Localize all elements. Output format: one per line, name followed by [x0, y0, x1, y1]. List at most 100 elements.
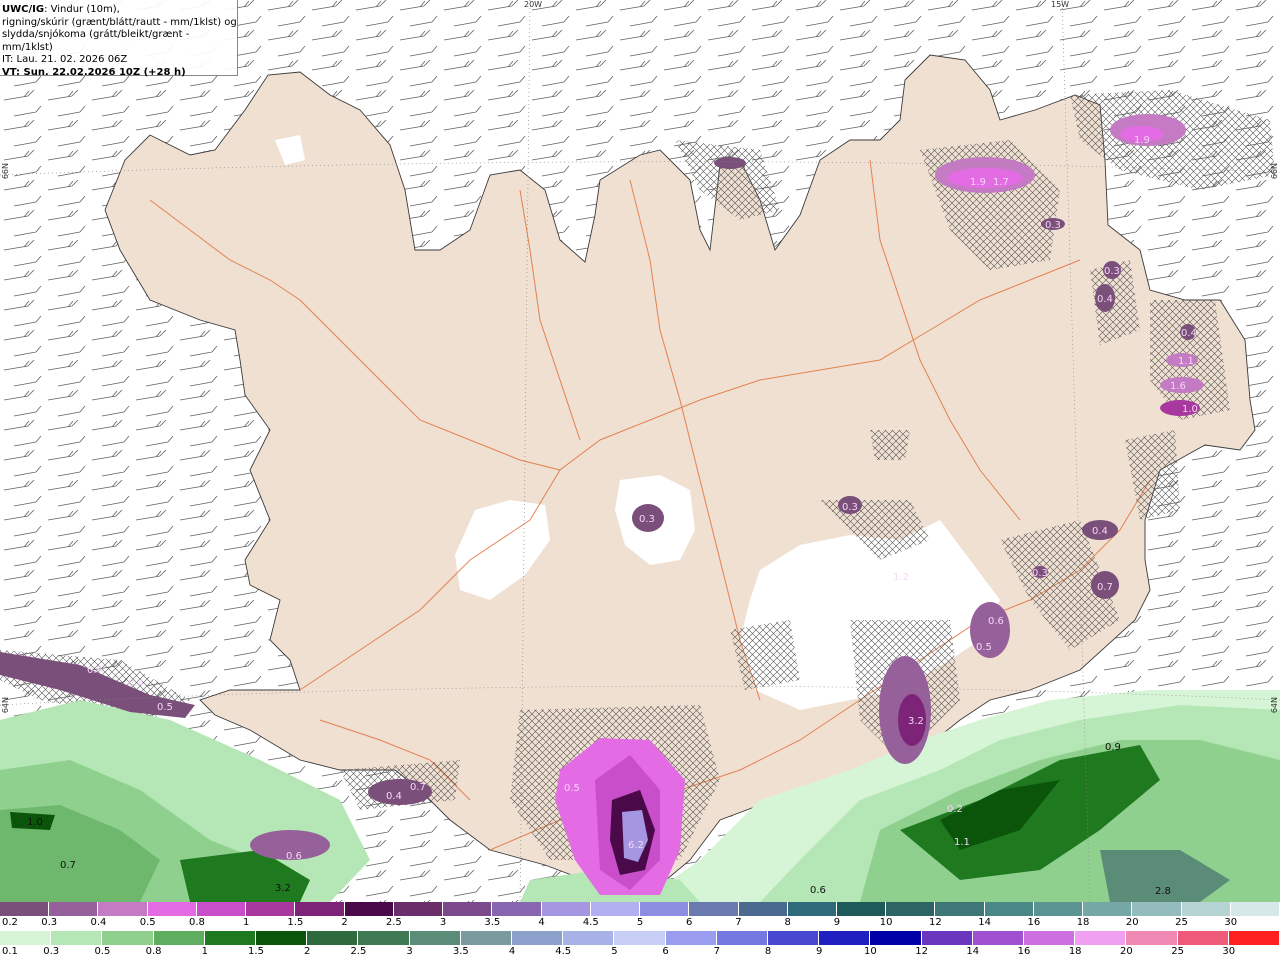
legend-label: 6	[686, 917, 693, 928]
value-label: 1.0	[27, 817, 43, 828]
legend-label: 0.5	[139, 917, 156, 928]
legend-label: 0.8	[188, 917, 205, 928]
legend-swatch	[921, 931, 973, 945]
legend-label: 25	[1175, 917, 1188, 928]
value-label: 0.3	[639, 514, 655, 525]
legend-label: 3	[439, 917, 447, 928]
value-label: 0.6	[988, 616, 1004, 627]
legend-swatch	[935, 902, 985, 916]
legend-label: 0.1	[2, 946, 18, 957]
weather-map: 1.9 1.9 1.7 0.3 0.3 0.4 0.4 1.1 1.6 1.0 …	[0, 0, 1280, 903]
legend-swatch	[1132, 902, 1182, 916]
legend-swatch	[409, 931, 461, 945]
rain-legend-labels: 0.1 0.3 0.5 0.8 1 1.5 2 2.5 3 3.5 4 4.5 5 6 7 8 9 10 12 14 1…	[0, 945, 1280, 960]
legend-swatch	[1024, 931, 1076, 945]
value-label: 6.2	[628, 840, 644, 851]
legend-label: 7	[735, 917, 742, 928]
value-label: 1.9	[1134, 135, 1150, 146]
legend-swatch	[787, 902, 837, 916]
legend-swatch	[1230, 902, 1280, 916]
legend-label: 12	[915, 946, 928, 957]
value-label: 0.6	[810, 885, 826, 896]
value-label: 0.7	[410, 782, 426, 793]
value-label: 1.1	[1178, 356, 1194, 367]
value-label: 3.2	[908, 716, 924, 727]
legend-swatch	[256, 931, 308, 945]
value-label: 0.4	[1092, 526, 1108, 537]
init-time: IT: Lau. 21. 02. 2026 06Z	[2, 54, 128, 65]
value-label: 0.4	[1181, 328, 1197, 339]
value-label: 0.4	[128, 678, 144, 689]
value-label: 0.2	[947, 804, 963, 815]
legend-swatch	[886, 902, 936, 916]
legend-swatch	[443, 902, 493, 916]
legend-swatch	[1177, 931, 1229, 945]
snow-legend: 0.2 0.3 0.4 0.5 0.8 1 1.5 2 2.5 3 3.5 4 4.5 5 6 7 8 9 10 12…	[0, 902, 1280, 931]
value-label: 0.5	[157, 702, 173, 713]
legend-swatch	[49, 902, 99, 916]
legend-label: 0.8	[145, 946, 162, 957]
legend-swatch	[984, 902, 1034, 916]
legend-label: 10	[879, 917, 893, 928]
lat-label-64n-right: 64N	[1270, 697, 1279, 714]
lat-label-66n-right: 66N	[1270, 163, 1279, 180]
description-line-2: rigning/skúrir (grænt/blátt/rautt - mm/1…	[2, 16, 237, 28]
legend-label: 0.3	[41, 917, 58, 928]
legend-swatch	[295, 902, 345, 916]
legend-swatch	[204, 931, 257, 945]
legend-label: 10	[864, 946, 877, 957]
legend-label: 2	[304, 946, 311, 957]
legend-label: 4.5	[555, 946, 572, 957]
legend-label: 1	[201, 946, 208, 957]
title-rest: : Vindur (10m),	[44, 4, 120, 15]
legend-label: 30	[1224, 917, 1238, 928]
value-label: 0.3	[842, 502, 858, 513]
legend-label: 2	[341, 917, 348, 928]
legend-label: 3.5	[452, 946, 469, 957]
value-label: 0.4	[1097, 294, 1113, 305]
value-label: 1.7	[993, 177, 1009, 188]
legend-label: 30	[1222, 946, 1236, 957]
legend-label: 2.5	[350, 946, 367, 957]
legend-swatch	[0, 902, 50, 916]
legend-label: 4	[538, 917, 545, 928]
legend-swatch	[716, 931, 769, 945]
legend-swatch	[1083, 902, 1133, 916]
legend-label: 2.5	[385, 917, 402, 928]
legend-label: 14	[978, 917, 991, 928]
legend-label: 1.5	[287, 917, 304, 928]
legend-label: 6	[662, 946, 669, 957]
value-label: 0.4	[87, 665, 103, 676]
value-label: 0.7	[1097, 582, 1113, 593]
value-label: 0.3	[1104, 266, 1120, 277]
legend-label: 16	[1017, 946, 1031, 957]
legend-label: 9	[816, 946, 823, 957]
legend-label: 0.5	[94, 946, 111, 957]
legend-swatch	[1126, 931, 1178, 945]
legend-label: 3.5	[484, 917, 501, 928]
value-label: 1.6	[1170, 381, 1186, 392]
legend-label: 18	[1076, 917, 1090, 928]
legend-swatch	[819, 931, 871, 945]
legend-swatch	[768, 931, 820, 945]
legend-label: 8	[764, 946, 772, 957]
value-label: 0.5	[564, 783, 580, 794]
legend-swatch	[689, 902, 739, 916]
legend-swatch	[640, 902, 690, 916]
snow-legend-swatches	[0, 902, 1280, 916]
map-canvas: 1.9 1.9 1.7 0.3 0.3 0.4 0.4 1.1 1.6 1.0 …	[0, 0, 1280, 903]
legend-label: 16	[1027, 917, 1041, 928]
value-label: 0.3	[1032, 568, 1048, 579]
value-label: 1.1	[954, 837, 970, 848]
legend-swatch	[393, 902, 444, 916]
legend-swatch	[147, 902, 197, 916]
legend-label: 25	[1171, 946, 1184, 957]
legend-label: 7	[713, 946, 720, 957]
legend-swatch	[153, 931, 205, 945]
legend-swatch	[307, 931, 359, 945]
value-label: 0.9	[1105, 742, 1121, 753]
legend-swatch	[614, 931, 666, 945]
legend-swatch	[98, 902, 148, 916]
lat-label-64n-left: 64N	[1, 697, 10, 714]
legend-swatch	[0, 931, 52, 945]
